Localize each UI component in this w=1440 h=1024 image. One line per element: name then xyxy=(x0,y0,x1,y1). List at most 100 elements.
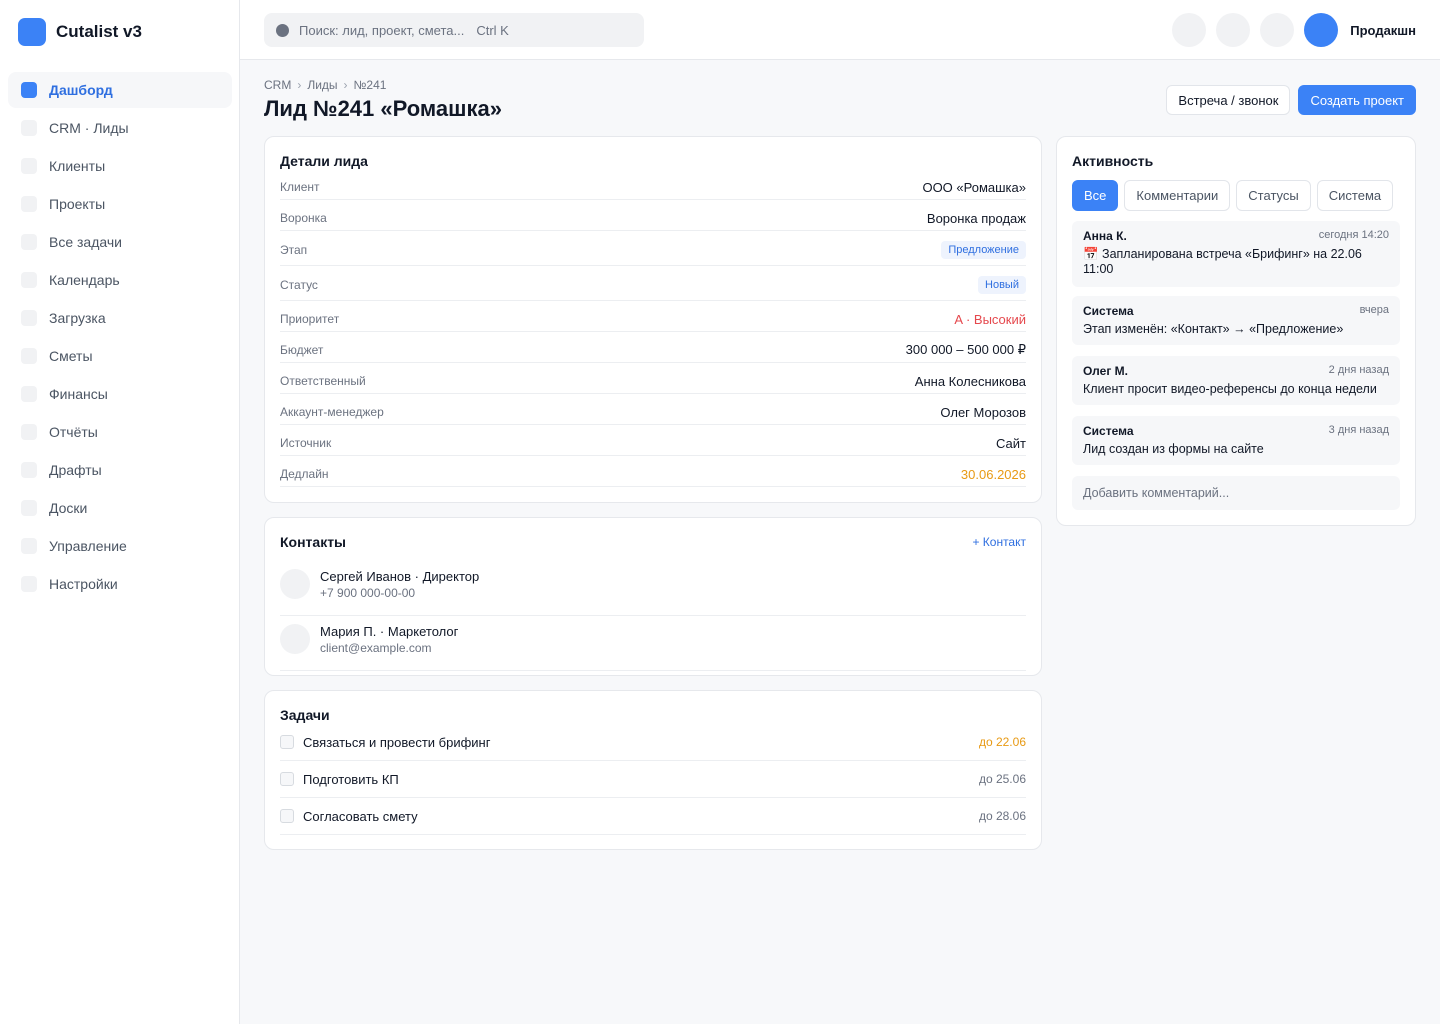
messages-icon[interactable] xyxy=(1216,13,1251,47)
detail-key: Этап xyxy=(280,243,308,257)
task-label: Согласовать смету xyxy=(303,808,418,824)
detail-key: Источник xyxy=(280,436,332,450)
help-icon[interactable] xyxy=(1260,13,1295,47)
page-title: Лид №241 «Ромашка» xyxy=(264,96,502,121)
sidebar-item-label: CRM · Лиды xyxy=(49,120,129,136)
nav-item-icon xyxy=(21,348,37,364)
task-checkbox[interactable] xyxy=(280,735,294,749)
detail-value: Олег Морозов xyxy=(940,404,1026,420)
detail-value: Сайт xyxy=(996,435,1026,451)
activity-tab-3[interactable]: Система xyxy=(1316,180,1394,211)
activity-item: Система вчера Этап изменён: «Контакт» → «П… xyxy=(1072,296,1400,345)
detail-row: Источник Сайт xyxy=(280,431,1026,456)
breadcrumb-item[interactable]: CRM xyxy=(264,78,291,92)
meeting-call-button[interactable]: Встреча / звонок xyxy=(1166,85,1291,115)
task-due-date: до 25.06 xyxy=(978,772,1026,786)
sidebar-item-3[interactable]: Проекты xyxy=(8,186,232,222)
sidebar-item-label: Сметы xyxy=(49,348,93,364)
contact-name: Сергей Иванов · Директор xyxy=(320,569,480,584)
task-label: Связаться и провести брифинг xyxy=(303,734,491,750)
sidebar-item-9[interactable]: Отчёты xyxy=(8,414,232,450)
detail-badge: Новый xyxy=(978,276,1026,294)
brand-logo-icon xyxy=(18,18,46,46)
sidebar-item-6[interactable]: Загрузка xyxy=(8,300,232,336)
detail-row: Аккаунт-менеджер Олег Морозов xyxy=(280,400,1026,425)
nav-item-icon xyxy=(21,158,37,174)
detail-value: 300 000 – 500 000 ₽ xyxy=(905,342,1026,357)
activity-text: 📅 Запланирована встреча «Брифинг» на 22.… xyxy=(1083,247,1362,276)
user-avatar[interactable] xyxy=(1304,13,1339,47)
detail-key: Ответственный xyxy=(280,374,366,388)
nav-item-icon xyxy=(21,462,37,478)
sidebar-item-13[interactable]: Настройки xyxy=(8,566,232,602)
detail-value: Воронка продаж xyxy=(926,210,1026,226)
user-name[interactable]: Продакшн xyxy=(1350,23,1416,38)
create-project-button[interactable]: Создать проект xyxy=(1298,85,1416,115)
search-box[interactable]: Поиск: лид, проект, смета... Ctrl K xyxy=(264,13,644,47)
activity-tab-2[interactable]: Статусы xyxy=(1236,180,1311,211)
contact-row[interactable]: Мария П. · Маркетолог client@example.com xyxy=(280,616,1026,671)
sidebar-item-0[interactable]: Дашборд xyxy=(8,72,232,108)
activity-tab-0[interactable]: Все xyxy=(1072,180,1119,211)
nav-item-icon xyxy=(21,310,37,326)
detail-badge: Предложение xyxy=(941,241,1026,259)
sidebar-item-12[interactable]: Управление xyxy=(8,528,232,564)
search-icon xyxy=(276,23,289,37)
notifications-icon[interactable] xyxy=(1172,13,1207,47)
detail-key: Дедлайн xyxy=(280,467,329,481)
sidebar-item-11[interactable]: Доски xyxy=(8,490,232,526)
breadcrumb-item[interactable]: Лиды xyxy=(307,78,337,92)
sidebar-item-7[interactable]: Сметы xyxy=(8,338,232,374)
detail-row: Приоритет A · Высокий xyxy=(280,307,1026,332)
nav-item-icon xyxy=(21,424,37,440)
sidebar-item-label: Отчёты xyxy=(49,424,98,440)
contacts-card: Контакты + Контакт Сергей Иванов · Дирек… xyxy=(264,517,1042,676)
detail-key: Клиент xyxy=(280,180,320,194)
task-row: Подготовить КП до 25.06 xyxy=(280,761,1026,798)
detail-key: Бюджет xyxy=(280,343,324,357)
sidebar-item-2[interactable]: Клиенты xyxy=(8,148,232,184)
detail-key: Статус xyxy=(280,278,318,292)
nav-item-icon xyxy=(21,538,37,554)
search-shortcut: Ctrl K xyxy=(476,22,509,38)
detail-value: 30.06.2026 xyxy=(960,466,1026,482)
breadcrumb-separator: › xyxy=(343,78,348,92)
detail-key: Воронка xyxy=(280,211,327,225)
task-checkbox[interactable] xyxy=(280,809,294,823)
activity-item: Анна К. сегодня 14:20 📅 Запланирована встр… xyxy=(1072,221,1400,287)
sidebar-item-label: Проекты xyxy=(49,196,106,212)
add-contact-link[interactable]: + Контакт xyxy=(972,535,1026,549)
detail-value: ООО «Ромашка» xyxy=(922,179,1026,195)
sidebar-item-label: Настройки xyxy=(49,576,118,592)
sidebar-item-label: Доски xyxy=(49,500,88,516)
lead-details-card: Детали лида Клиент ООО «Ромашка» Воронка Во… xyxy=(264,136,1042,503)
sidebar-item-5[interactable]: Календарь xyxy=(8,262,232,298)
detail-row: Воронка Воронка продаж xyxy=(280,206,1026,231)
sidebar-item-label: Календарь xyxy=(49,272,120,288)
activity-author: Система xyxy=(1083,424,1134,438)
sidebar-item-label: Управление xyxy=(49,538,127,554)
sidebar-item-10[interactable]: Драфты xyxy=(8,452,232,488)
detail-key: Приоритет xyxy=(280,312,340,326)
activity-text: Лид создан из формы на сайте xyxy=(1083,442,1264,456)
detail-key: Аккаунт-менеджер xyxy=(280,405,384,419)
comment-input[interactable] xyxy=(1072,476,1400,510)
sidebar-item-4[interactable]: Все задачи xyxy=(8,224,232,260)
contacts-title: Контакты xyxy=(280,534,347,550)
brand[interactable]: Cutalist v3 xyxy=(18,18,142,46)
sidebar-item-8[interactable]: Финансы xyxy=(8,376,232,412)
activity-tabs: Все Комментарии Статусы Система xyxy=(1072,180,1394,211)
sidebar-item-label: Финансы xyxy=(49,386,108,402)
task-due-date: до 22.06 xyxy=(978,735,1026,749)
task-checkbox[interactable] xyxy=(280,772,294,786)
task-due-date: до 28.06 xyxy=(978,809,1026,823)
search-input[interactable]: Поиск: лид, проект, смета... xyxy=(299,23,464,38)
sidebar-item-1[interactable]: CRM · Лиды xyxy=(8,110,232,146)
activity-author: Олег М. xyxy=(1083,364,1128,378)
activity-text: Этап изменён: «Контакт» → «Предложение» xyxy=(1083,322,1344,336)
nav-item-icon xyxy=(21,82,37,98)
detail-value: A · Высокий xyxy=(954,311,1026,327)
activity-tab-1[interactable]: Комментарии xyxy=(1124,180,1231,211)
contact-row[interactable]: Сергей Иванов · Директор +7 900 000-00-00 xyxy=(280,561,1026,616)
nav-item-icon xyxy=(21,196,37,212)
